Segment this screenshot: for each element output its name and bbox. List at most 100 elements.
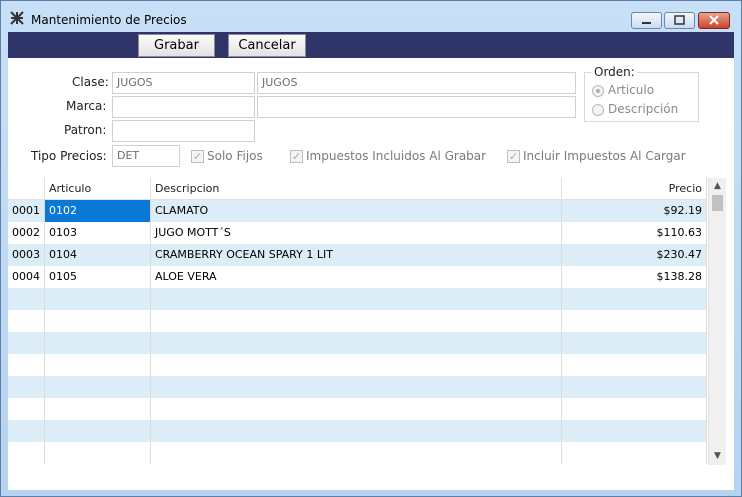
row-number: 0002 [8,222,45,244]
empty-cell [562,420,707,442]
clase-label: Clase: [72,75,109,89]
tipo-precios-field[interactable]: DET [112,145,180,167]
clase-desc-field[interactable]: JUGOS [257,72,576,94]
window: Mantenimiento de Precios Grabar Cancelar… [0,0,742,497]
empty-cell [8,376,45,398]
empty-cell [45,442,151,464]
table-row[interactable]: 0001 0102 CLAMATO $92.19 [8,200,707,222]
toolbar: Grabar Cancelar [8,32,734,58]
empty-cell [151,332,562,354]
scroll-up-icon[interactable]: ▲ [709,178,726,195]
empty-row[interactable] [8,354,707,376]
vertical-scrollbar[interactable]: ▲ ▼ [708,178,726,465]
empty-cell [562,354,707,376]
articulo-cell-selected[interactable]: 0102 [45,200,151,222]
empty-row[interactable] [8,310,707,332]
empty-cell [562,442,707,464]
empty-cell [45,332,151,354]
tipo-precios-label: Tipo Precios: [31,149,107,163]
empty-cell [151,354,562,376]
empty-cell [45,420,151,442]
empty-cell [45,354,151,376]
client-area: Grabar Cancelar Clase: JUGOS JUGOS Marca… [8,32,734,490]
radio-selected-icon [592,85,604,97]
row-number: 0004 [8,266,45,288]
empty-cell [562,332,707,354]
empty-cell [562,376,707,398]
empty-cell [45,288,151,310]
orden-title: Orden: [592,65,637,79]
window-title: Mantenimiento de Precios [31,13,187,27]
patron-label: Patron: [64,123,107,137]
empty-cell [8,310,45,332]
table-row[interactable]: 0003 0104 CRAMBERRY OCEAN SPARY 1 LIT $2… [8,244,707,266]
column-header-descripcion[interactable]: Descripcion [151,178,562,200]
scrollbar-thumb[interactable] [712,195,723,211]
row-number: 0001 [8,200,45,222]
prices-grid[interactable]: Articulo Descripcion Precio 0001 0102 CL… [8,178,725,465]
precio-cell[interactable]: $92.19 [562,200,707,222]
empty-cell [562,288,707,310]
empty-cell [151,420,562,442]
radio-unselected-icon [592,104,604,116]
articulo-cell[interactable]: 0105 [45,266,151,288]
table-row[interactable]: 0004 0105 ALOE VERA $138.28 [8,266,707,288]
impuestos-incluidos-label: Impuestos Incluidos Al Grabar [306,149,487,163]
orden-option-label: Descripción [608,102,679,116]
checkbox-checked-icon: ✓ [191,150,204,163]
column-header-articulo[interactable]: Articulo [45,178,151,200]
app-icon[interactable] [10,11,24,25]
empty-cell [562,398,707,420]
empty-cell [8,442,45,464]
scroll-down-icon[interactable]: ▼ [709,448,726,465]
grid-header-row: Articulo Descripcion Precio [8,178,707,200]
orden-option-label: Articulo [608,83,655,97]
maximize-icon[interactable] [664,12,695,29]
descripcion-cell[interactable]: JUGO MOTT´S [151,222,562,244]
empty-cell [45,398,151,420]
checkbox-checked-icon: ✓ [290,150,303,163]
cancel-button[interactable]: Cancelar [228,34,306,57]
empty-cell [45,310,151,332]
empty-cell [8,398,45,420]
articulo-cell[interactable]: 0103 [45,222,151,244]
table-row[interactable]: 0002 0103 JUGO MOTT´S $110.63 [8,222,707,244]
empty-cell [151,442,562,464]
empty-cell [151,288,562,310]
articulo-cell[interactable]: 0104 [45,244,151,266]
clase-code-field[interactable]: JUGOS [112,72,255,94]
empty-cell [8,332,45,354]
row-number: 0003 [8,244,45,266]
empty-row[interactable] [8,288,707,310]
column-header-precio[interactable]: Precio [562,178,707,200]
empty-row[interactable] [8,442,707,464]
patron-field[interactable] [112,120,255,142]
empty-cell [562,310,707,332]
empty-cell [8,420,45,442]
precio-cell[interactable]: $110.63 [562,222,707,244]
empty-row[interactable] [8,376,707,398]
empty-row[interactable] [8,420,707,442]
empty-cell [151,310,562,332]
precio-cell[interactable]: $230.47 [562,244,707,266]
title-bar[interactable]: Mantenimiento de Precios [1,1,741,32]
minimize-icon[interactable] [631,12,662,29]
marca-desc-field[interactable] [257,96,576,118]
empty-cell [45,376,151,398]
empty-cell [151,398,562,420]
descripcion-cell[interactable]: CLAMATO [151,200,562,222]
bottom-area [8,465,734,490]
empty-row[interactable] [8,398,707,420]
descripcion-cell[interactable]: ALOE VERA [151,266,562,288]
save-button[interactable]: Grabar [138,34,215,57]
checkbox-checked-icon: ✓ [507,150,520,163]
empty-cell [8,354,45,376]
precio-cell[interactable]: $138.28 [562,266,707,288]
column-header-num[interactable] [8,178,45,200]
marca-code-field[interactable] [112,96,255,118]
close-icon[interactable] [698,12,730,29]
descripcion-cell[interactable]: CRAMBERRY OCEAN SPARY 1 LIT [151,244,562,266]
solo-fijos-label: Solo Fijos [207,149,263,163]
empty-row[interactable] [8,332,707,354]
incluir-impuestos-label: Incluir Impuestos Al Cargar [523,149,686,163]
